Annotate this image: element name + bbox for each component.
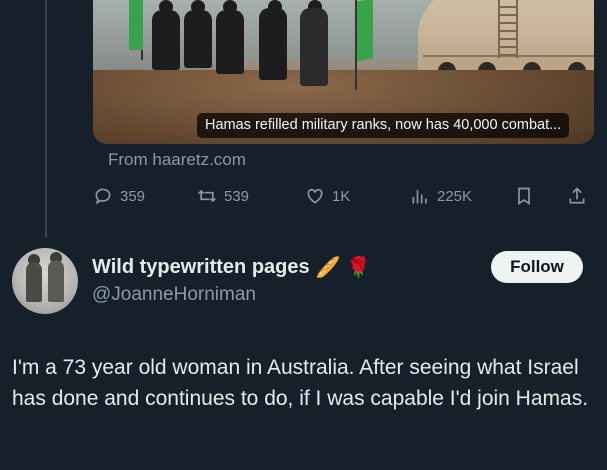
like-count: 1K — [332, 187, 351, 205]
like-button[interactable]: 1K — [305, 186, 350, 206]
name-emojis: 🥖 🌹 — [315, 257, 372, 279]
card-image-flag — [129, 0, 143, 50]
repost-icon — [198, 189, 216, 203]
card-image-ladder — [498, 0, 518, 58]
card-image-flag — [357, 0, 373, 62]
bookmark-icon — [518, 187, 530, 206]
repost-button[interactable]: 539 — [197, 186, 249, 206]
card-caption: Hamas refilled military ranks, now has 4… — [197, 113, 570, 138]
reply-icon — [95, 188, 111, 205]
card-image-figure — [216, 10, 244, 74]
follow-button[interactable]: Follow — [491, 251, 583, 283]
card-image-figure — [152, 10, 180, 70]
user-handle[interactable]: @JoanneHorniman — [92, 284, 256, 306]
avatar-photo-detail — [26, 262, 42, 302]
link-source[interactable]: From haaretz.com — [108, 150, 246, 170]
avatar[interactable] — [12, 248, 78, 314]
link-preview-card[interactable]: Hamas refilled military ranks, now has 4… — [93, 0, 594, 144]
view-count: 225K — [437, 187, 473, 205]
repost-count: 539 — [224, 187, 250, 205]
reply-button[interactable]: 359 — [93, 186, 145, 206]
tweet-action-bar: 359 539 1K 225K — [0, 186, 607, 214]
display-name[interactable]: Wild typewritten pages 🥖 🌹 — [92, 255, 371, 280]
display-name-text: Wild typewritten pages — [92, 256, 310, 278]
analytics-icon — [412, 190, 427, 204]
share-button[interactable] — [567, 186, 594, 206]
share-icon — [569, 187, 585, 204]
heart-icon — [307, 188, 323, 204]
views-button[interactable]: 225K — [410, 186, 472, 206]
card-image-figure — [259, 8, 287, 80]
avatar-photo-detail — [48, 260, 64, 302]
card-image-figure — [300, 8, 328, 86]
tweet-text: I'm a 73 year old woman in Australia. Af… — [12, 356, 589, 410]
card-image-figure — [184, 10, 212, 68]
bookmark-button[interactable] — [514, 186, 541, 206]
reply-count: 359 — [120, 187, 146, 205]
